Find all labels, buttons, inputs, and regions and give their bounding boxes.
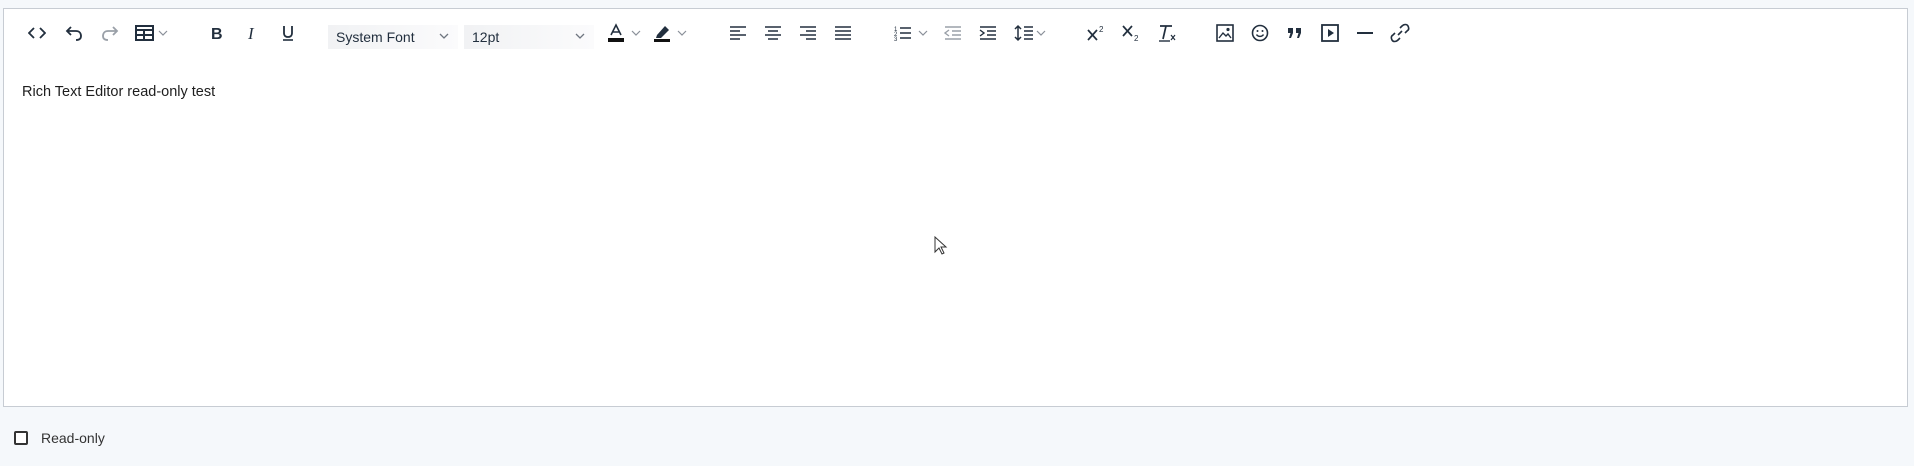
superscript-button[interactable]: 2: [1084, 22, 1108, 44]
blockquote-button[interactable]: [1284, 22, 1306, 44]
readonly-checkbox[interactable]: [14, 431, 28, 445]
bold-button[interactable]: B: [206, 22, 228, 44]
horizontal-line-button[interactable]: [1354, 22, 1376, 44]
underline-button[interactable]: [277, 22, 299, 44]
font-size-value: 12pt: [472, 29, 500, 45]
readonly-label: Read-only: [41, 430, 105, 446]
redo-icon: [102, 26, 119, 41]
align-right-icon: [800, 26, 816, 40]
align-justify-icon: [835, 26, 851, 40]
chevron-down-icon: [631, 30, 640, 36]
readonly-toggle[interactable]: Read-only: [14, 430, 105, 446]
image-icon: [1216, 24, 1234, 42]
numbered-list-button[interactable]: 123: [890, 22, 932, 44]
bold-icon: B: [211, 26, 223, 41]
highlight-pen-icon: [653, 26, 670, 42]
outdent-icon: [944, 26, 961, 40]
link-icon: [1390, 23, 1410, 43]
indent-icon: [979, 26, 996, 40]
subscript-icon: 2: [1122, 25, 1139, 41]
indent-button[interactable]: [977, 22, 999, 44]
chevron-down-icon: [575, 33, 585, 39]
chevron-down-icon: [1036, 30, 1046, 36]
outdent-button[interactable]: [942, 22, 964, 44]
superscript-icon: 2: [1087, 25, 1104, 41]
svg-text:3: 3: [894, 37, 898, 41]
svg-text:2: 2: [1099, 25, 1104, 34]
chevron-down-icon: [918, 30, 928, 36]
editor-content-text: Rich Text Editor read-only test: [22, 84, 216, 100]
subscript-button[interactable]: 2: [1119, 22, 1143, 44]
font-family-select[interactable]: System Font: [328, 25, 458, 49]
emoticons-button[interactable]: [1249, 22, 1271, 44]
align-center-button[interactable]: [762, 22, 784, 44]
source-code-button[interactable]: [25, 22, 49, 44]
underline-icon: [283, 26, 293, 41]
svg-text:I: I: [247, 25, 255, 41]
font-size-select[interactable]: 12pt: [464, 25, 594, 49]
align-right-button[interactable]: [797, 22, 819, 44]
editor-content-area[interactable]: Rich Text Editor read-only test: [4, 59, 1907, 406]
chevron-down-icon: [158, 30, 167, 36]
line-height-button[interactable]: [1010, 22, 1050, 44]
highlight-color-button[interactable]: [648, 22, 690, 44]
rich-text-editor: B I System Font 12pt 1 2 3 2 2 Rich Text…: [3, 8, 1908, 407]
chevron-down-icon: [439, 33, 449, 39]
svg-text:B: B: [211, 26, 223, 41]
mouse-pointer-icon: [934, 236, 948, 255]
italic-button[interactable]: I: [242, 22, 264, 44]
align-center-icon: [765, 26, 781, 40]
horizontal-line-icon: [1357, 32, 1373, 34]
justify-button[interactable]: [832, 22, 854, 44]
undo-icon: [65, 26, 82, 41]
italic-icon: I: [247, 25, 255, 41]
editor-toolbar: B I System Font 12pt 1 2 3 2 2: [4, 9, 1907, 59]
line-height-icon: [1014, 24, 1033, 42]
align-left-button[interactable]: [727, 22, 749, 44]
undo-button[interactable]: [62, 22, 86, 44]
text-color-icon: [607, 23, 624, 42]
blockquote-icon: [1288, 28, 1301, 38]
chevron-down-icon: [677, 30, 686, 36]
clear-formatting-button[interactable]: [1155, 22, 1179, 44]
insert-image-button[interactable]: [1214, 22, 1236, 44]
media-icon: [1321, 24, 1339, 42]
clear-formatting-icon: [1159, 25, 1176, 42]
align-left-icon: [730, 26, 746, 40]
numbered-list-icon: 123: [894, 27, 911, 41]
table-icon: [134, 25, 154, 41]
insert-media-button[interactable]: [1319, 22, 1341, 44]
insert-link-button[interactable]: [1389, 22, 1411, 44]
svg-text:2: 2: [1134, 34, 1139, 41]
emoticon-icon: [1251, 24, 1269, 42]
table-button[interactable]: [132, 22, 170, 44]
redo-button[interactable]: [98, 22, 122, 44]
text-color-button[interactable]: [602, 22, 644, 44]
source-code-icon: [28, 27, 46, 39]
font-family-value: System Font: [336, 29, 415, 45]
